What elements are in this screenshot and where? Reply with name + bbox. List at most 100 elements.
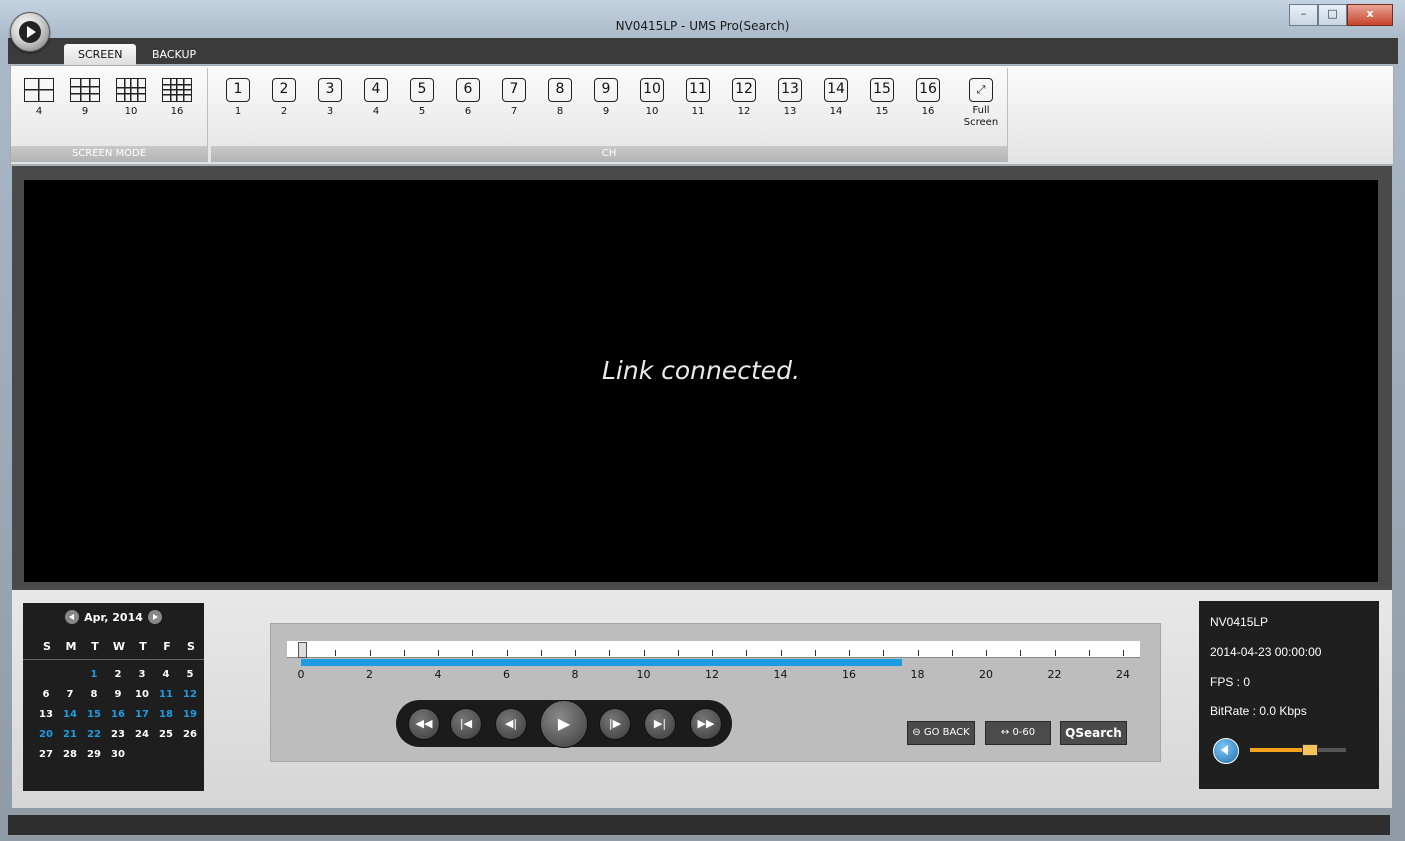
current-datetime: 2014-04-23 00:00:00: [1210, 645, 1322, 659]
channel-16-button[interactable]: 16 16: [908, 78, 948, 117]
speaker-icon[interactable]: [1213, 738, 1239, 764]
calendar-day[interactable]: 26: [179, 729, 201, 740]
qsearch-button[interactable]: QSearch: [1060, 721, 1127, 745]
channel-13-icon: 13: [778, 78, 802, 102]
calendar-day[interactable]: 7: [59, 689, 81, 700]
status-bar: [8, 815, 1390, 835]
calendar-day[interactable]: 28: [59, 749, 81, 760]
timeline-hour-label: 18: [910, 668, 925, 681]
range-button[interactable]: ↔ 0-60: [985, 721, 1051, 745]
calendar-day[interactable]: 15: [83, 709, 105, 720]
calendar-day[interactable]: 8: [83, 689, 105, 700]
channel-4-button[interactable]: 44: [356, 78, 396, 117]
calendar-day[interactable]: 20: [35, 729, 57, 740]
calendar-day[interactable]: 1: [83, 669, 105, 680]
volume-level: [1250, 748, 1308, 752]
fast-forward-button[interactable]: ▶▶: [690, 708, 722, 740]
calendar-weekdays: S M TWT F S: [35, 640, 203, 653]
screen-mode-16-button[interactable]: 16: [157, 78, 197, 117]
next-month-icon[interactable]: [147, 610, 162, 624]
timeline-hour-label: 22: [1047, 668, 1062, 681]
calendar-day[interactable]: 25: [155, 729, 177, 740]
channel-5-button[interactable]: 55: [402, 78, 442, 117]
channel-13-button[interactable]: 13 13: [770, 78, 810, 117]
channel-11-button[interactable]: 11 11: [678, 78, 718, 117]
calendar-day[interactable]: 9: [107, 689, 129, 700]
channel-15-button[interactable]: 15 15: [862, 78, 902, 117]
calendar-day[interactable]: 16: [107, 709, 129, 720]
skip-end-button[interactable]: ▶|: [644, 708, 676, 740]
timeline-tick: [746, 650, 748, 656]
channel-label: 2: [280, 106, 288, 117]
channel-14-button[interactable]: 14 14: [816, 78, 856, 117]
close-button[interactable]: x: [1347, 4, 1393, 26]
ribbon: 4 9 10 16 SCREEN MODE 11 22 33 44 55 66: [10, 65, 1394, 165]
calendar-day[interactable]: 3: [131, 669, 153, 680]
channel-label: 14: [829, 106, 843, 117]
prev-month-icon[interactable]: [65, 610, 80, 624]
calendar-day[interactable]: 29: [83, 749, 105, 760]
calendar-day[interactable]: 21: [59, 729, 81, 740]
tab-screen[interactable]: SCREEN: [64, 44, 137, 66]
go-back-icon: ⊖: [912, 727, 924, 738]
channel-9-button[interactable]: 99: [586, 78, 626, 117]
screen-mode-10-button[interactable]: 10: [111, 78, 151, 117]
calendar-day[interactable]: 17: [131, 709, 153, 720]
play-button[interactable]: ▶: [540, 700, 588, 748]
timeline-tick: [917, 650, 919, 656]
screen-mode-9-button[interactable]: 9: [65, 78, 105, 117]
calendar-day[interactable]: 30: [107, 749, 129, 760]
calendar-day[interactable]: 13: [35, 709, 57, 720]
calendar-day[interactable]: 19: [179, 709, 201, 720]
timeline-tick: [849, 650, 850, 656]
calendar-day[interactable]: 27: [35, 749, 57, 760]
calendar-day[interactable]: 10: [131, 689, 153, 700]
timeline-hour-label: 4: [434, 668, 442, 681]
channel-6-button[interactable]: 66: [448, 78, 488, 117]
skip-start-button[interactable]: |◀: [450, 708, 482, 740]
tab-backup[interactable]: BACKUP: [138, 44, 210, 66]
maximize-button[interactable]: □: [1318, 4, 1347, 26]
timeline-track[interactable]: [287, 641, 1140, 658]
fast-rewind-button[interactable]: ◀◀: [408, 708, 440, 740]
minimize-button[interactable]: –: [1289, 4, 1318, 26]
calendar-day[interactable]: 6: [35, 689, 57, 700]
weekday-label: T: [139, 640, 147, 653]
channel-1-button[interactable]: 11: [218, 78, 258, 117]
timeline-tick: [369, 650, 371, 656]
calendar-day[interactable]: 2: [107, 669, 129, 680]
video-view[interactable]: Link connected.: [24, 180, 1378, 582]
channel-12-button[interactable]: 12 12: [724, 78, 764, 117]
weekday-label: S: [43, 640, 51, 653]
channel-10-button[interactable]: 10 10: [632, 78, 672, 117]
full-screen-button[interactable]: ⤢ Full Screen: [961, 78, 1001, 129]
calendar-day[interactable]: 23: [107, 729, 129, 740]
calendar-header: Apr, 2014: [23, 610, 204, 625]
step-forward-icon: |▶: [608, 717, 622, 730]
channel-3-button[interactable]: 33: [310, 78, 350, 117]
volume-knob[interactable]: [1302, 744, 1318, 756]
step-forward-button[interactable]: |▶: [599, 708, 631, 740]
go-back-button[interactable]: ⊖ GO BACK: [907, 721, 975, 745]
timeline-tick: [712, 650, 713, 656]
calendar-day[interactable]: 5: [179, 669, 201, 680]
screen-mode-4-button[interactable]: 4: [19, 78, 59, 117]
channel-8-button[interactable]: 88: [540, 78, 580, 117]
step-back-button[interactable]: ◀|: [495, 708, 527, 740]
calendar-day[interactable]: 22: [83, 729, 105, 740]
channel-2-button[interactable]: 22: [264, 78, 304, 117]
calendar-day[interactable]: 12: [179, 689, 201, 700]
channel-7-button[interactable]: 77: [494, 78, 534, 117]
screen-mode-label: 16: [170, 106, 184, 117]
calendar-day[interactable]: 14: [59, 709, 81, 720]
calendar-day[interactable]: 24: [131, 729, 153, 740]
calendar-day[interactable]: 11: [155, 689, 177, 700]
calendar-day[interactable]: 18: [155, 709, 177, 720]
app-menu-orb[interactable]: [10, 12, 50, 52]
timeline-tick: [1054, 650, 1056, 656]
channel-1-icon: 1: [226, 78, 250, 102]
channel-16-icon: 16: [916, 78, 940, 102]
weekday-label: F: [163, 640, 171, 653]
timeline-playhead[interactable]: [298, 642, 307, 658]
calendar-day[interactable]: 4: [155, 669, 177, 680]
